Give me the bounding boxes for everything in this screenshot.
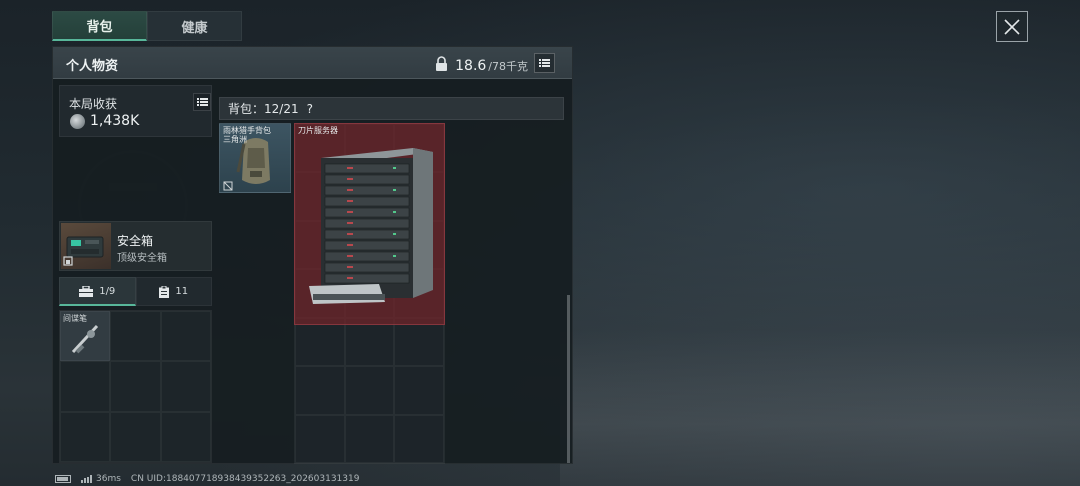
pouch-slot[interactable] xyxy=(110,411,161,462)
weight-indicator: 18.6 /78千克 xyxy=(435,54,528,74)
equipped-backpack-item[interactable]: 雨林猎手背包 三角洲 xyxy=(219,123,291,193)
panel-list-button[interactable] xyxy=(534,53,555,73)
pouch-slot[interactable] xyxy=(110,311,161,362)
user-uid: CN UID:188407718938439352263_20260313131… xyxy=(130,474,360,484)
tab-secure-pouch[interactable]: 1/9 xyxy=(59,277,136,306)
coin-icon xyxy=(70,114,85,129)
tab-secure-pouch-label: 1/9 xyxy=(99,285,116,297)
income-label: 本局收获 xyxy=(69,97,118,111)
income-list-button[interactable] xyxy=(193,93,211,111)
pouch-slot[interactable] xyxy=(60,361,111,412)
safe-box-slot[interactable]: 安全箱 顶级安全箱 xyxy=(59,221,212,271)
safe-box-image xyxy=(61,223,111,269)
weight-max: /78千克 xyxy=(488,60,528,73)
tab-backpack[interactable]: 背包 xyxy=(52,11,147,41)
item-label: 雨林猎手背包 三角洲 xyxy=(223,126,271,145)
safe-box-icon xyxy=(63,236,104,266)
help-button[interactable]: ? xyxy=(307,102,313,116)
backpack-slot[interactable] xyxy=(394,366,444,415)
backpack-slot[interactable] xyxy=(295,414,345,463)
secure-pouch-grid: 间谍笔 xyxy=(59,310,212,463)
pouch-slot[interactable] xyxy=(160,361,211,412)
tab-clipboard-label: 11 xyxy=(175,286,189,297)
pouch-slot[interactable] xyxy=(110,361,161,412)
clipboard-icon xyxy=(159,285,170,298)
toolbox-icon xyxy=(79,285,94,297)
close-icon xyxy=(1004,18,1020,35)
blade-server-item[interactable]: 刀片服务器 xyxy=(294,123,445,325)
ping-value: 36ms xyxy=(96,474,121,484)
pouch-item-spy-pen[interactable]: 间谍笔 xyxy=(60,311,111,362)
list-icon xyxy=(539,59,550,67)
pouch-slot[interactable] xyxy=(160,411,211,462)
backpack-slot[interactable] xyxy=(344,366,395,415)
spy-pen-icon xyxy=(71,324,99,354)
list-icon xyxy=(196,98,208,106)
background-floor xyxy=(560,330,1080,486)
backpack-scrollbar[interactable] xyxy=(567,295,570,463)
pouch-slot[interactable] xyxy=(60,411,111,462)
battery-icon xyxy=(55,475,71,483)
panel-header: 个人物资 18.6 /78千克 xyxy=(53,47,572,79)
pouch-slot[interactable] xyxy=(160,311,211,362)
tab-clipboard[interactable]: 11 xyxy=(135,277,212,306)
inventory-panel: 个人物资 18.6 /78千克 本局收获 1,438K 安全箱 顶级安全箱 1/… xyxy=(52,46,573,464)
tab-health[interactable]: 健康 xyxy=(147,11,242,41)
backpack-capacity: 背包：12/21 xyxy=(228,102,299,116)
income-card: 本局收获 1,438K xyxy=(59,85,212,137)
pouch-tab-bar: 1/9 11 xyxy=(59,277,212,306)
top-tab-bar: 背包 健康 xyxy=(52,11,242,41)
weight-lock-icon xyxy=(436,56,448,71)
signal-icon xyxy=(81,475,92,483)
panel-title: 个人物资 xyxy=(66,59,119,74)
weight-current: 18.6 xyxy=(455,58,487,74)
status-bar: 36ms CN UID:188407718938439352263_202603… xyxy=(55,472,359,486)
income-value: 1,438K xyxy=(90,113,140,129)
backpack-capacity-bar: 背包：12/21 ? xyxy=(219,97,564,120)
backpack-slot[interactable] xyxy=(344,414,395,463)
backpack-slot[interactable] xyxy=(394,414,444,463)
backpack-slot[interactable] xyxy=(295,366,345,415)
blade-server-icon xyxy=(309,148,433,304)
close-button[interactable] xyxy=(996,11,1028,42)
safe-box-name: 安全箱 xyxy=(117,234,154,248)
safe-box-subtitle: 顶级安全箱 xyxy=(117,253,167,264)
